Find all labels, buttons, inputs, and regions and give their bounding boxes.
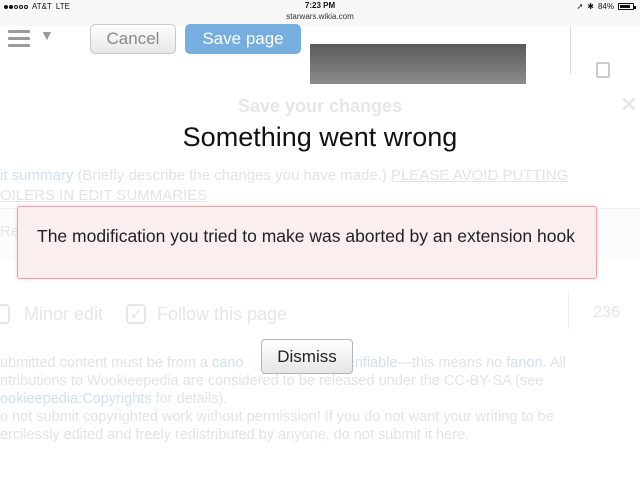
fanon-link[interactable]: fanon [506,355,542,371]
canon-link[interactable]: cano [212,355,243,371]
summary-warning-line-2: OILERS IN EDIT SUMMARIES [0,187,208,204]
bluetooth-icon: ✱ [587,2,594,11]
right-rail-divider [570,26,571,74]
legal-text: ubmitted content must be from a [0,355,212,371]
status-indicators: ➚ ✱ 84% [576,2,636,11]
copyrights-link[interactable]: ookieepedia:Copyrights [0,391,152,407]
edit-summary-link[interactable]: it summary [0,167,73,184]
edit-options: Minor edit ✓ Follow this page 236 [0,290,640,334]
editor-toolbar: ▼ Cancel Save page [0,24,640,84]
error-message: The modification you tried to make was a… [37,226,575,246]
close-icon[interactable]: ✕ [620,92,638,118]
follow-page-checkbox[interactable]: ✓ [126,304,146,324]
minor-edit-label: Minor edit [24,304,104,324]
edit-summary-hint: (Briefly describe the changes you have m… [73,167,392,184]
clock: 7:23 PM [304,1,336,10]
minor-edit-checkbox[interactable] [0,304,10,324]
address-bar[interactable]: starwars.wikia.com [0,12,640,21]
legal-text: —this means no [397,355,507,371]
battery-icon [618,3,636,10]
battery-percent: 84% [597,2,614,11]
save-dialog-title: Save your changes [237,96,403,116]
summary-warning-line-1: PLEASE AVOID PUTTING [391,167,569,184]
legal-text: ntributions to Wookieepedia are consider… [0,373,544,389]
character-count: 236 [593,304,620,321]
chevron-down-icon[interactable]: ▼ [40,27,54,43]
location-icon: ➚ [576,2,584,11]
edit-summary-help: it summary (Briefly describe the changes… [0,166,640,206]
follow-page-label: Follow this page [157,304,288,324]
save-page-button[interactable]: Save page [185,24,301,54]
status-bar: AT&T LTE 7:23 PM starwars.wikia.com ➚ ✱ … [0,0,640,26]
menu-icon[interactable] [8,30,30,48]
legal-text: . All [542,355,566,371]
legal-text: ercilessly edited and freely redistribut… [0,427,470,443]
cancel-button[interactable]: Cancel [90,24,176,54]
error-message-box: The modification you tried to make was a… [17,206,597,279]
modal-title: Something went wrong [182,122,458,152]
legal-text: o not submit copyrighted work without pe… [0,409,554,425]
options-divider [568,290,569,330]
dismiss-button[interactable]: Dismiss [261,339,353,374]
legal-text: for details). [151,391,228,407]
